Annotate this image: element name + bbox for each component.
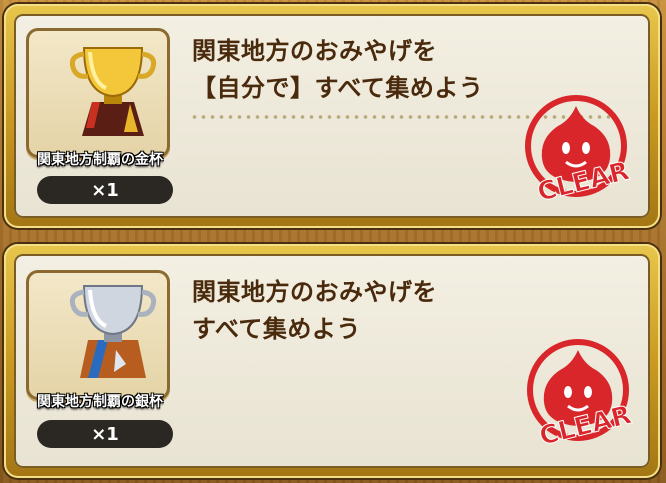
clear-stamp: CLEAR bbox=[525, 95, 633, 204]
reward-count: ×1 bbox=[37, 420, 173, 448]
mission-description-line1: 関東地方のおみやげを bbox=[192, 278, 437, 306]
reward-icon-frame bbox=[26, 28, 170, 158]
reward-count: ×1 bbox=[37, 176, 173, 204]
reward-name: 関東地方制覇の銀杯 bbox=[37, 394, 163, 410]
mission-description-line1: 関東地方のおみやげを bbox=[192, 37, 437, 65]
clear-stamp: CLEAR bbox=[527, 339, 635, 448]
reward-icon-frame bbox=[26, 270, 170, 400]
mission-description-line2: すべて集めよう bbox=[192, 315, 361, 343]
silver-trophy-icon bbox=[69, 285, 157, 378]
gold-trophy-icon bbox=[69, 47, 157, 136]
reward-name: 関東地方制覇の金杯 bbox=[37, 152, 163, 168]
mission-description-line2: 【自分で】すべて集めよう bbox=[192, 74, 484, 102]
